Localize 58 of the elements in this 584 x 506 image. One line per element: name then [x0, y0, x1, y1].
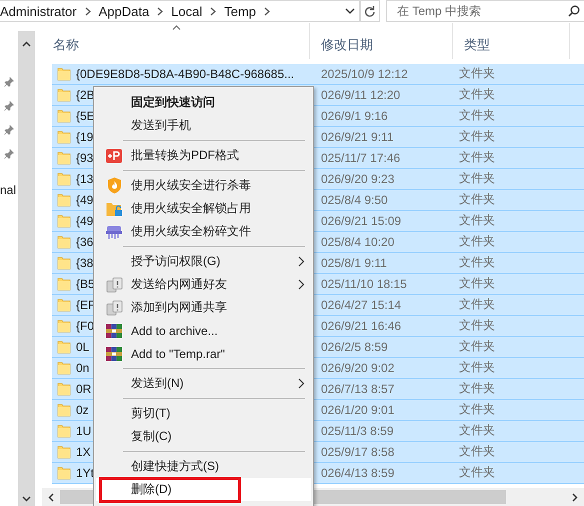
- file-type: 文件夹: [459, 191, 495, 208]
- file-name: 1X: [76, 444, 91, 459]
- file-type: 文件夹: [459, 464, 495, 482]
- file-name: 0R: [76, 382, 92, 396]
- file-name: {93: [76, 150, 94, 165]
- file-name: {F0: [76, 318, 94, 333]
- file-type: 文件夹: [459, 443, 495, 460]
- modified-date: 026/9/21 9:11: [321, 130, 394, 144]
- modified-date: 026/4/27 15:14: [321, 298, 402, 312]
- modified-date: 2025/10/9 12:12: [321, 66, 408, 81]
- file-name: {19: [76, 130, 94, 144]
- file-name: 1U: [76, 424, 92, 438]
- file-name: {36: [76, 234, 94, 249]
- modified-date: 025/8/1 9:11: [321, 256, 387, 270]
- file-type: 文件夹: [459, 401, 495, 418]
- file-type: 文件夹: [459, 359, 495, 376]
- file-type: 文件夹: [459, 296, 495, 314]
- file-type: 文件夹: [459, 338, 495, 356]
- file-name: 0L: [76, 340, 90, 354]
- modified-date: 025/8/4 10:20: [321, 234, 394, 249]
- modified-date: 025/8/4 9:50: [321, 192, 388, 207]
- file-name: 0n: [76, 360, 90, 375]
- file-type: 文件夹: [459, 149, 495, 166]
- modified-date: 025/11/3 8:59: [321, 424, 394, 438]
- file-type: 文件夹: [459, 128, 495, 146]
- file-name: {0DE9E8D8-5D8A-4B90-B48C-968685...: [76, 66, 294, 81]
- file-type: 文件夹: [459, 65, 495, 82]
- file-name: 0z: [76, 402, 89, 417]
- modified-date: 026/9/21 15:09: [321, 214, 402, 228]
- modified-date: 026/4/13 8:59: [321, 466, 394, 480]
- file-type: 文件夹: [459, 380, 495, 398]
- modified-date: 026/1/20 9:01: [321, 402, 394, 417]
- file-type: 文件夹: [459, 317, 495, 334]
- file-type: 文件夹: [459, 422, 495, 440]
- file-name: {49: [76, 214, 94, 228]
- modified-date: 026/9/20 9:23: [321, 172, 394, 186]
- modified-date: 026/2/5 8:59: [321, 340, 388, 354]
- file-type: 文件夹: [459, 107, 495, 124]
- file-type: 文件夹: [459, 212, 495, 230]
- file-name: {13: [76, 172, 94, 186]
- file-name: {38: [76, 256, 94, 270]
- modified-date: 025/11/7 17:46: [321, 150, 400, 165]
- file-type: 文件夹: [459, 254, 495, 272]
- file-name: 1Yt: [76, 466, 94, 480]
- modified-date: 026/9/20 9:02: [321, 360, 394, 375]
- modified-date: 026/9/11 12:20: [321, 88, 400, 102]
- file-name: {EF: [76, 298, 96, 312]
- modified-date: 026/9/21 16:46: [321, 318, 402, 333]
- modified-date: 026/7/13 8:57: [321, 382, 394, 396]
- modified-date: 026/9/1 9:16: [321, 108, 388, 123]
- file-type: 文件夹: [459, 233, 495, 250]
- modified-date: 025/11/10 18:15: [321, 276, 407, 291]
- file-type: 文件夹: [459, 170, 495, 188]
- file-name: {5E: [76, 108, 95, 123]
- file-name: {49: [76, 192, 94, 207]
- file-type: 文件夹: [459, 275, 495, 292]
- modified-date: 025/9/17 8:58: [321, 444, 394, 459]
- file-type: 文件夹: [459, 86, 495, 104]
